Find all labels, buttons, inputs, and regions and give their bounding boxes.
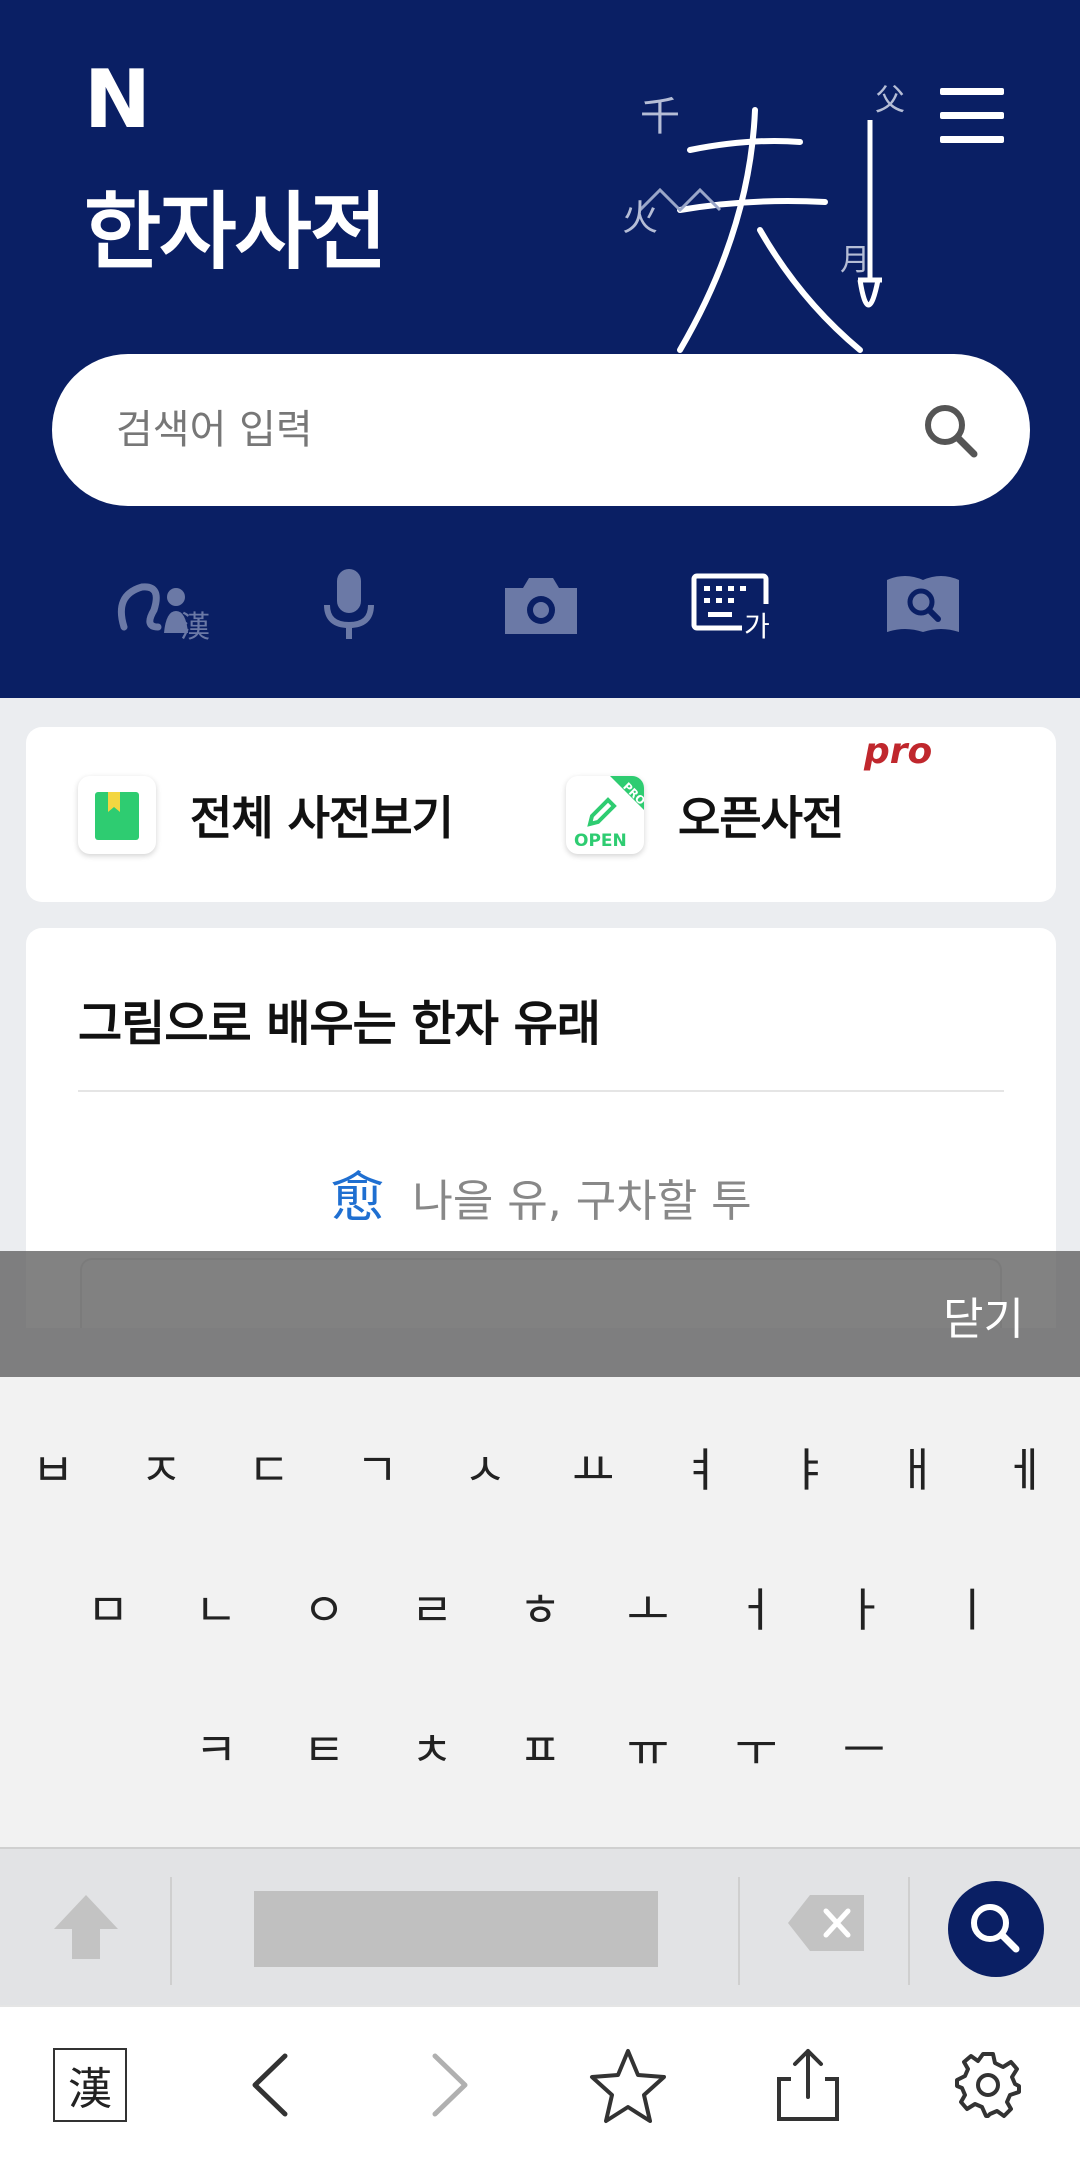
key[interactable]: ㅓ — [706, 1547, 806, 1667]
handwriting-label: 漢 — [180, 610, 210, 645]
backspace-icon[interactable] — [786, 1893, 866, 1953]
key[interactable]: ㅌ — [274, 1687, 374, 1807]
art-glyph-1: 千 — [640, 94, 680, 140]
handwriting-icon[interactable]: 漢 — [114, 560, 214, 650]
key[interactable]: ㄹ — [382, 1547, 482, 1667]
search-bar — [52, 354, 1030, 506]
key[interactable]: ㅠ — [598, 1687, 698, 1807]
key[interactable]: ㅍ — [490, 1687, 590, 1807]
key[interactable]: ㅗ — [598, 1547, 698, 1667]
menu-icon[interactable] — [940, 88, 1004, 144]
key[interactable]: ㅡ — [814, 1687, 914, 1807]
sky-hanja-illustration: 千 火 月 父 — [622, 83, 905, 353]
page-title: 한자사전 — [84, 183, 387, 281]
key[interactable]: ㅜ — [706, 1687, 806, 1807]
browser-bottom-bar: 漢 — [0, 2005, 1080, 2159]
hanja-mode-label: 漢 — [53, 2048, 127, 2122]
open-dictionary-link[interactable]: PRO OPEN 오픈사전 — [566, 773, 844, 857]
pro-badge: pro — [864, 731, 933, 772]
art-glyph-2: 火 — [622, 198, 658, 239]
input-tools: 漢 가 — [0, 560, 1080, 650]
back-arrow-icon[interactable] — [230, 2045, 310, 2125]
key[interactable]: ㄴ — [166, 1547, 266, 1667]
keyboard-tool-label: 가 — [744, 610, 770, 640]
shift-key-icon[interactable] — [50, 1891, 122, 1963]
key[interactable]: ㅛ — [543, 1407, 643, 1527]
naver-logo[interactable]: N — [84, 60, 151, 140]
divider — [738, 1877, 740, 1985]
quick-links-card: 전체 사전보기 PRO OPEN 오픈사전 pro — [26, 727, 1056, 902]
camera-icon[interactable] — [496, 560, 586, 650]
keyboard-overlay-bar: 닫기 — [0, 1251, 1080, 1377]
open-icon-text: OPEN — [574, 831, 627, 851]
all-dictionaries-label: 전체 사전보기 — [190, 791, 454, 845]
korean-keyboard: ㅂ ㅈ ㄷ ㄱ ㅅ ㅛ ㅕ ㅑ ㅐ ㅔ ㅁ ㄴ ㅇ ㄹ ㅎ ㅗ ㅓ ㅏ ㅣ ㅋ … — [0, 1377, 1080, 1847]
divider — [908, 1877, 910, 1985]
art-glyph-4: 父 — [875, 83, 905, 118]
search-icon[interactable] — [920, 400, 980, 460]
space-key[interactable] — [254, 1891, 658, 1967]
microphone-icon[interactable] — [304, 560, 394, 650]
key[interactable]: ㄱ — [327, 1407, 427, 1527]
key[interactable]: ㅂ — [3, 1407, 103, 1527]
divider — [78, 1090, 1004, 1092]
hanja-mode-button[interactable]: 漢 — [50, 2045, 130, 2125]
all-dictionaries-link[interactable]: 전체 사전보기 — [78, 773, 454, 857]
key[interactable]: ㅏ — [814, 1547, 914, 1667]
keyboard-search-button[interactable] — [948, 1881, 1044, 1977]
korean-keyboard-icon[interactable]: 가 — [688, 560, 778, 650]
key[interactable]: ㅕ — [651, 1407, 751, 1527]
key[interactable]: ㅔ — [975, 1407, 1075, 1527]
forward-arrow-icon[interactable] — [410, 2045, 490, 2125]
key[interactable]: ㅐ — [867, 1407, 967, 1527]
key[interactable]: ㅁ — [58, 1547, 158, 1667]
share-icon[interactable] — [768, 2045, 848, 2125]
key[interactable]: ㄷ — [219, 1407, 319, 1527]
hanja-meaning: 나을 유, 구차할 투 — [412, 1176, 752, 1227]
radical-search-icon[interactable] — [878, 560, 968, 650]
keyboard-function-row — [0, 1847, 1080, 2005]
key[interactable]: ㅣ — [922, 1547, 1022, 1667]
hanja-character[interactable]: 愈 — [330, 1166, 384, 1229]
key[interactable]: ㅊ — [382, 1687, 482, 1807]
bookmark-book-icon — [78, 776, 156, 854]
close-keyboard-button[interactable]: 닫기 — [943, 1283, 1024, 1347]
key[interactable]: ㅑ — [759, 1407, 859, 1527]
key[interactable]: ㅅ — [435, 1407, 535, 1527]
open-dictionary-label: 오픈사전 — [678, 791, 844, 845]
key[interactable]: ㅈ — [111, 1407, 211, 1527]
hanja-entry[interactable]: 愈 나을 유, 구차할 투 — [26, 1153, 1056, 1232]
divider — [170, 1877, 172, 1985]
star-icon[interactable] — [588, 2045, 668, 2125]
search-icon — [971, 1904, 1020, 1953]
art-glyph-3: 月 — [840, 243, 870, 278]
key[interactable]: ㅋ — [166, 1687, 266, 1807]
search-input[interactable] — [114, 390, 914, 470]
key[interactable]: ㅇ — [274, 1547, 374, 1667]
open-dictionary-icon: PRO OPEN — [566, 776, 644, 854]
header: N 한자사전 千 火 月 父 검색어 입력 漢 가 — [0, 0, 1080, 698]
origin-card-title: 그림으로 배우는 한자 유래 — [78, 996, 601, 1052]
key[interactable]: ㅎ — [490, 1547, 590, 1667]
settings-gear-icon[interactable] — [948, 2045, 1028, 2125]
